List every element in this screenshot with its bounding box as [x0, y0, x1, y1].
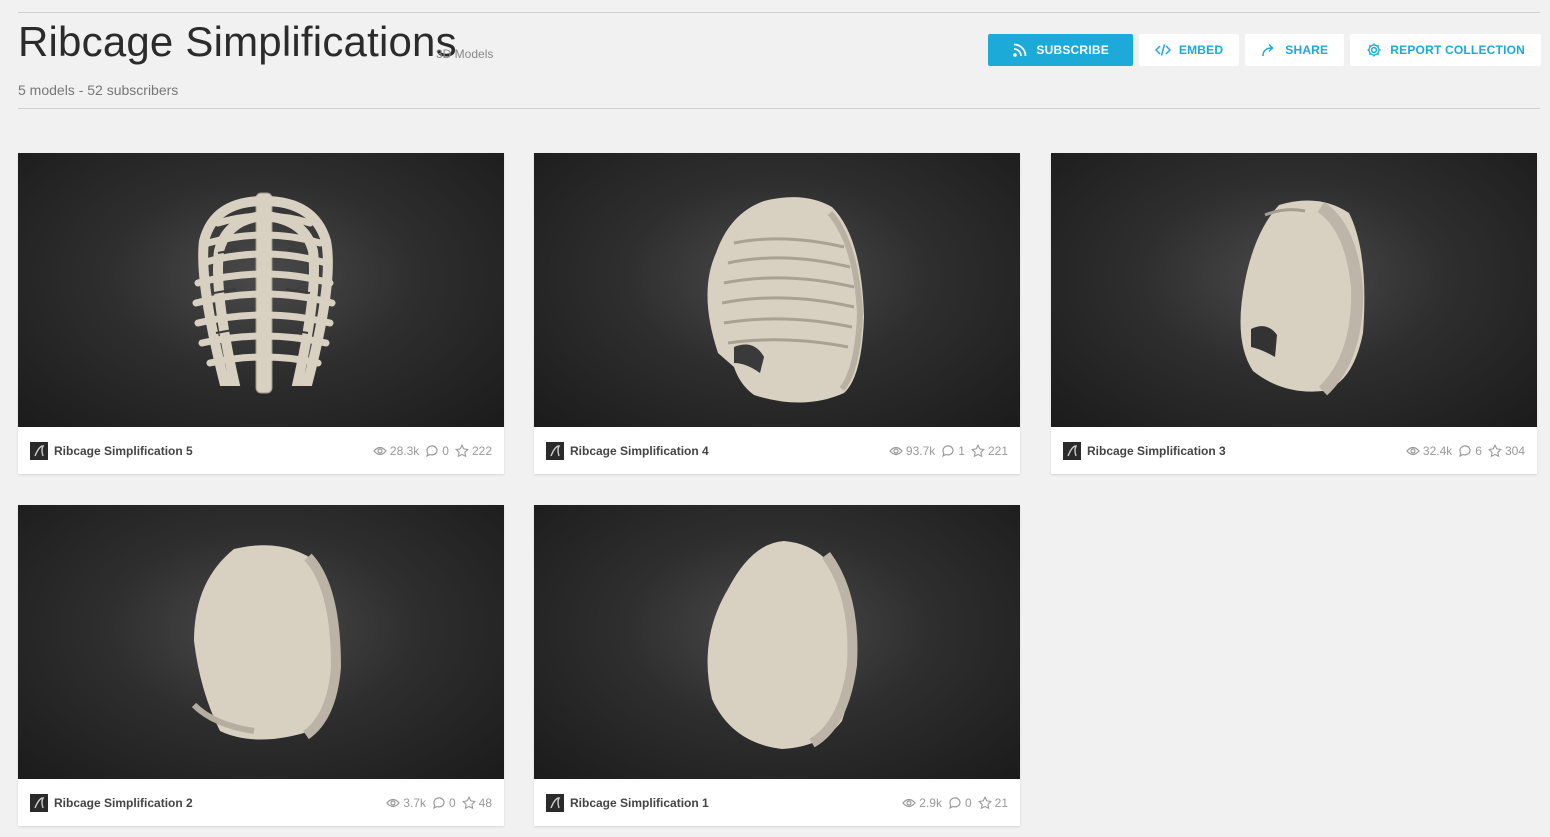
model-card[interactable]: Ribcage Simplification 1 2.9k 0 21 — [534, 505, 1020, 826]
eye-icon — [902, 796, 917, 810]
eye-icon — [889, 444, 903, 458]
model-stats: 32.4k 6 304 — [1406, 443, 1525, 458]
subscribe-button-label: SUBSCRIBE — [1036, 43, 1109, 57]
star-icon — [970, 443, 985, 458]
likes-stat[interactable]: 222 — [454, 443, 492, 458]
comment-icon — [941, 444, 955, 458]
comments-count: 1 — [958, 443, 965, 458]
comments-stat: 0 — [432, 796, 456, 810]
header-divider — [18, 108, 1540, 109]
avatar[interactable] — [1063, 441, 1081, 460]
model-thumbnail[interactable] — [18, 153, 504, 427]
likes-stat[interactable]: 304 — [1487, 443, 1525, 458]
report-collection-button-label: REPORT COLLECTION — [1390, 43, 1525, 57]
likes-stat[interactable]: 221 — [970, 443, 1008, 458]
top-divider — [18, 12, 1540, 13]
model-stats: 3.7k 0 48 — [386, 795, 492, 810]
share-button-label: SHARE — [1285, 43, 1329, 57]
avatar[interactable] — [546, 441, 564, 460]
model-stats: 28.3k 0 222 — [373, 443, 492, 458]
report-collection-button[interactable]: REPORT COLLECTION — [1350, 34, 1541, 66]
model-name-link[interactable]: Ribcage Simplification 1 — [570, 796, 709, 810]
model-name-link[interactable]: Ribcage Simplification 2 — [54, 796, 193, 810]
comment-icon — [432, 796, 446, 810]
views-stat: 32.4k — [1406, 444, 1452, 458]
views-count: 93.7k — [905, 443, 936, 458]
embed-button[interactable]: EMBED — [1138, 34, 1240, 66]
star-icon — [977, 795, 992, 810]
model-name-link[interactable]: Ribcage Simplification 3 — [1087, 444, 1226, 458]
likes-count: 48 — [478, 795, 492, 810]
views-count: 28.3k — [389, 443, 420, 458]
views-count: 2.9k — [919, 795, 942, 810]
page-title: Ribcage Simplifications — [18, 18, 457, 65]
eye-icon — [1406, 444, 1420, 458]
comment-icon — [1458, 444, 1472, 458]
gear-icon — [1366, 42, 1382, 58]
comment-icon — [425, 444, 439, 458]
model-info: Ribcage Simplification 5 28.3k 0 222 — [18, 427, 504, 474]
model-info: Ribcage Simplification 4 93.7k 1 221 — [534, 427, 1020, 474]
ribcage-detailed-render — [192, 192, 336, 394]
comments-count: 0 — [448, 795, 456, 810]
comments-count: 0 — [442, 443, 449, 458]
subscribe-button[interactable]: SUBSCRIBE — [988, 34, 1133, 66]
model-card[interactable]: Ribcage Simplification 4 93.7k 1 221 — [534, 153, 1020, 474]
collection-page: Ribcage Simplifications 3D Models 5 mode… — [0, 0, 1550, 837]
likes-count: 221 — [987, 443, 1008, 458]
collection-actions: SUBSCRIBE EMBED SHARE REPORT COLLECTION — [988, 34, 1541, 66]
comments-stat: 6 — [1458, 444, 1482, 458]
comments-stat: 1 — [941, 444, 965, 458]
views-stat: 3.7k — [386, 796, 426, 810]
rss-icon — [1012, 42, 1028, 58]
views-stat: 2.9k — [902, 796, 942, 810]
ribcage-smoothed-render — [707, 197, 864, 403]
model-name-link[interactable]: Ribcage Simplification 5 — [54, 444, 193, 458]
star-icon — [461, 795, 476, 810]
model-card[interactable]: Ribcage Simplification 5 28.3k 0 222 — [18, 153, 504, 474]
comments-stat: 0 — [425, 444, 449, 458]
model-name-link[interactable]: Ribcage Simplification 4 — [570, 444, 709, 458]
model-stats: 93.7k 1 221 — [889, 443, 1008, 458]
likes-stat[interactable]: 48 — [461, 795, 492, 810]
collection-meta: 5 models - 52 subscribers — [18, 82, 179, 98]
model-info: Ribcage Simplification 3 32.4k 6 304 — [1051, 427, 1537, 474]
model-thumbnail[interactable] — [534, 153, 1020, 427]
star-icon — [1487, 443, 1502, 458]
comments-count: 6 — [1475, 443, 1482, 458]
comments-stat: 0 — [948, 796, 972, 810]
code-icon — [1154, 42, 1171, 58]
collection-type-label: 3D Models — [436, 47, 494, 61]
avatar[interactable] — [30, 441, 48, 460]
model-thumbnail[interactable] — [534, 505, 1020, 779]
likes-count: 222 — [471, 443, 492, 458]
star-icon — [454, 443, 469, 458]
likes-count: 21 — [994, 795, 1008, 810]
model-info: Ribcage Simplification 2 3.7k 0 48 — [18, 779, 504, 826]
model-card[interactable]: Ribcage Simplification 2 3.7k 0 48 — [18, 505, 504, 826]
model-info: Ribcage Simplification 1 2.9k 0 21 — [534, 779, 1020, 826]
share-icon — [1261, 42, 1277, 58]
model-thumbnail[interactable] — [1051, 153, 1537, 427]
model-stats: 2.9k 0 21 — [902, 795, 1008, 810]
embed-button-label: EMBED — [1178, 43, 1224, 57]
ribcage-planar-render — [1240, 200, 1365, 396]
views-stat: 93.7k — [889, 444, 935, 458]
share-button[interactable]: SHARE — [1245, 34, 1345, 66]
views-count: 32.4k — [1422, 443, 1453, 458]
views-count: 3.7k — [403, 795, 426, 810]
ribcage-blocky-render — [191, 545, 342, 740]
comment-icon — [948, 796, 962, 810]
ribcage-egg-render — [707, 541, 858, 749]
avatar[interactable] — [546, 793, 564, 812]
eye-icon — [386, 796, 401, 810]
avatar[interactable] — [30, 793, 48, 812]
views-stat: 28.3k — [373, 444, 419, 458]
likes-stat[interactable]: 21 — [977, 795, 1008, 810]
eye-icon — [373, 444, 387, 458]
likes-count: 304 — [1504, 443, 1525, 458]
model-thumbnail[interactable] — [18, 505, 504, 779]
comments-count: 0 — [964, 795, 972, 810]
model-card[interactable]: Ribcage Simplification 3 32.4k 6 304 — [1051, 153, 1537, 474]
